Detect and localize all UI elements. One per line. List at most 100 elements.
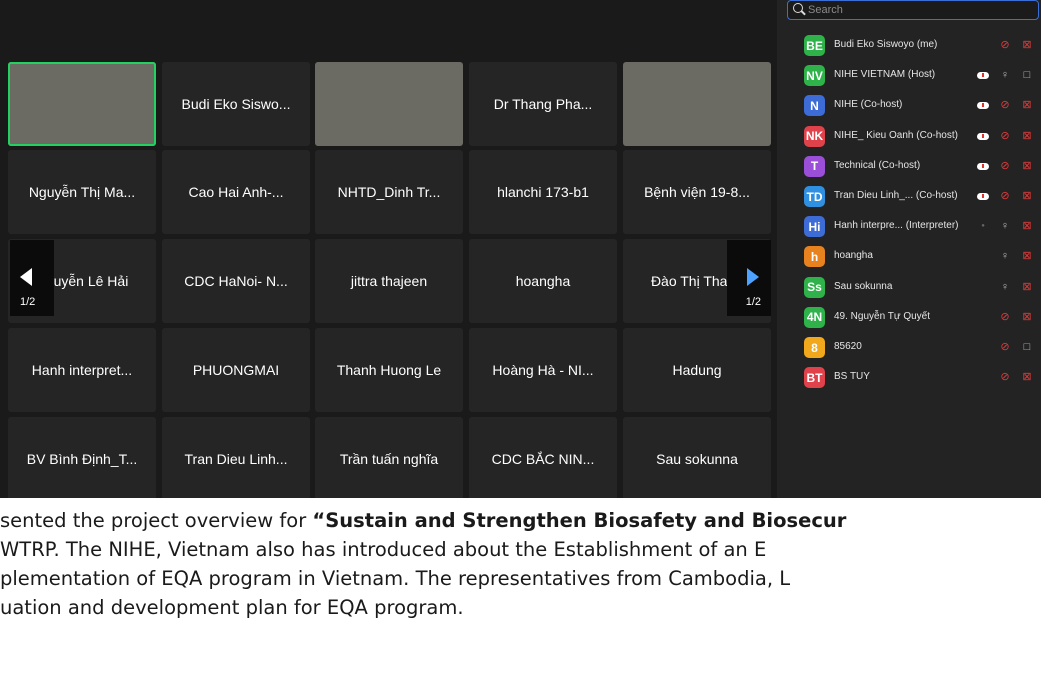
participant-tile-name: Hadung — [672, 362, 722, 378]
participant-tile[interactable]: Nguyễn Thị Ma... — [8, 150, 156, 234]
participant-row[interactable]: Ss Sau sokunna ♀ ⊠ — [777, 273, 1041, 303]
camera-icon[interactable]: □ — [1021, 341, 1033, 353]
camera-off-icon[interactable]: ⊠ — [1021, 39, 1033, 51]
mic-muted-icon[interactable]: ⊘ — [999, 99, 1011, 111]
participant-tile[interactable]: Sau sokunna — [623, 417, 771, 498]
camera-off-icon[interactable]: ⊠ — [1021, 311, 1033, 323]
video-tile[interactable] — [623, 62, 771, 146]
participant-tile[interactable]: BV Bình Định_T... — [8, 417, 156, 498]
participant-tile-name: Sau sokunna — [656, 451, 738, 467]
participant-tile-name: CDC BẮC NIN... — [491, 451, 595, 467]
participant-status-icons: ⊘ ⊠ — [973, 311, 1037, 325]
participant-row[interactable]: N NIHE (Co-host) ⊘ ⊠ — [777, 91, 1041, 121]
participant-row[interactable]: NK NIHE_ Kieu Oanh (Co-host) ⊘ ⊠ — [777, 122, 1041, 152]
participant-name: 49. Nguyễn Tự Quyết — [834, 310, 931, 322]
camera-off-icon[interactable]: ⊠ — [1021, 371, 1033, 383]
participant-tile-name: Cao Hai Anh-... — [188, 184, 284, 200]
participant-name: Budi Eko Siswoyo (me) — [834, 39, 938, 50]
participant-tile[interactable]: Tran Dieu Linh... — [162, 417, 310, 498]
participants-panel: BEBudi Eko Siswoyo (me)⊘⊠NVNIHE VIETNAM … — [777, 0, 1041, 498]
avatar: T — [804, 155, 825, 177]
participant-tile[interactable]: CDC BẮC NIN... — [469, 417, 617, 498]
participant-tile-name: hoangha — [515, 273, 571, 289]
participant-tile-name: Hoàng Hà - NI... — [492, 362, 594, 378]
mic-muted-icon[interactable]: ⊘ — [999, 130, 1011, 142]
participant-row[interactable]: TD Tran Dieu Linh_... (Co-host) ⊘ ⊠ — [777, 182, 1041, 212]
participant-status-icons: ⊘ ⊠ — [973, 39, 1037, 53]
participant-tile-name: Bệnh viện 19-8... — [644, 184, 750, 200]
mic-icon[interactable]: ♀ — [999, 250, 1011, 262]
participant-row[interactable]: BT BS TUY ⊘ ⊠ — [777, 363, 1041, 393]
cloud-recording-icon — [977, 190, 989, 202]
mic-icon[interactable]: ♀ — [999, 69, 1011, 81]
participant-row[interactable]: h hoangha ♀ ⊠ — [777, 242, 1041, 272]
participant-name: hoangha — [834, 250, 873, 262]
gallery-view: Budi Eko Siswo... Dr Thang Pha... Nguyễn T… — [0, 0, 777, 498]
participant-name: Tran Dieu Linh_... (Co-host) — [834, 190, 958, 201]
participant-tile-name: Hanh interpret... — [31, 362, 133, 378]
mic-icon[interactable]: ♀ — [999, 220, 1011, 232]
participant-tile[interactable]: Trần tuấn nghĩa — [315, 417, 463, 498]
mic-muted-icon[interactable]: ⊘ — [999, 341, 1011, 353]
avatar: NK — [804, 125, 825, 147]
participant-tile[interactable]: CDC HaNoi- N... — [162, 239, 310, 323]
participant-tile[interactable]: hoangha — [469, 239, 617, 323]
search-box[interactable] — [787, 0, 1039, 20]
participant-tile[interactable]: Hadung — [623, 328, 771, 412]
doc-line-1-bold: “Sustain and Strengthen Biosafety and Bi… — [312, 509, 847, 532]
participant-row[interactable]: 8 85620 ⊘ □ — [777, 333, 1041, 363]
participant-tile-name: BV Bình Định_T... — [26, 451, 138, 467]
previous-page-button[interactable]: 1/2 — [10, 240, 54, 316]
avatar: 4N — [804, 306, 825, 328]
mic-muted-icon[interactable]: ⊘ — [999, 39, 1011, 51]
participant-name: Sau sokunna — [834, 280, 893, 292]
mic-muted-icon[interactable]: ⊘ — [999, 371, 1011, 383]
camera-off-icon[interactable]: ⊠ — [1021, 99, 1033, 111]
camera-off-icon[interactable]: ⊠ — [1021, 190, 1033, 202]
search-input[interactable] — [808, 2, 1028, 18]
participant-tile[interactable]: Budi Eko Siswo... — [162, 62, 310, 146]
participant-tile-name: CDC HaNoi- N... — [184, 273, 288, 289]
participant-tile[interactable]: Hoàng Hà - NI... — [469, 328, 617, 412]
camera-off-icon[interactable]: ⊠ — [1021, 250, 1033, 262]
participant-tile[interactable]: Bệnh viện 19-8... — [623, 150, 771, 234]
participant-tile[interactable]: NHTD_Dinh Tr... — [315, 150, 463, 234]
participant-tile[interactable]: jittra thajeen — [315, 239, 463, 323]
video-tile[interactable] — [315, 62, 463, 146]
participant-status-icons: ⊘ □ — [973, 341, 1037, 355]
participant-row[interactable]: Hi Hanh interpre... (Interpreter) ● ♀ ⊠ — [777, 212, 1041, 242]
participant-row[interactable]: 4N 49. Nguyễn Tự Quyết ⊘ ⊠ — [777, 303, 1041, 333]
participant-status-icons: ⊘ ⊠ — [973, 160, 1037, 174]
participant-row[interactable]: BE Budi Eko Siswoyo (me) ⊘ ⊠ — [777, 31, 1041, 61]
camera-icon[interactable]: □ — [1021, 69, 1033, 81]
interpretation-language-icon: ● — [981, 223, 985, 230]
participant-tile[interactable]: Hanh interpret... — [8, 328, 156, 412]
avatar: BE — [804, 35, 825, 56]
document-text: sented the project overview for “Sustain… — [0, 506, 1041, 622]
doc-line-2: WTRP. The NIHE, Vietnam also has introdu… — [0, 538, 767, 561]
participant-tile[interactable]: hlanchi 173-b1 — [469, 150, 617, 234]
camera-off-icon[interactable]: ⊠ — [1021, 130, 1033, 142]
participant-row[interactable]: T Technical (Co-host) ⊘ ⊠ — [777, 152, 1041, 182]
doc-line-4: uation and development plan for EQA prog… — [0, 596, 464, 619]
participant-tile-name: jittra thajeen — [350, 273, 428, 289]
participant-tile[interactable]: PHUONGMAI — [162, 328, 310, 412]
avatar: N — [804, 95, 825, 117]
video-tile[interactable] — [8, 62, 156, 146]
mic-muted-icon[interactable]: ⊘ — [999, 190, 1011, 202]
doc-line-1-text: sented the project overview for — [0, 509, 313, 532]
mic-muted-icon[interactable]: ⊘ — [999, 311, 1011, 323]
avatar: Ss — [804, 276, 825, 298]
participant-name: NIHE VIETNAM (Host) — [834, 69, 936, 81]
participant-row[interactable]: NV NIHE VIETNAM (Host) ♀ □ — [777, 61, 1041, 91]
camera-off-icon[interactable]: ⊠ — [1021, 281, 1033, 293]
participant-tile[interactable]: Dr Thang Pha... — [469, 62, 617, 146]
mic-icon[interactable]: ♀ — [999, 281, 1011, 293]
participant-status-icons: ♀ □ — [973, 69, 1037, 83]
next-page-button[interactable]: 1/2 — [727, 240, 771, 316]
camera-off-icon[interactable]: ⊠ — [1021, 220, 1033, 232]
mic-muted-icon[interactable]: ⊘ — [999, 160, 1011, 172]
participant-tile[interactable]: Cao Hai Anh-... — [162, 150, 310, 234]
participant-tile[interactable]: Thanh Huong Le — [315, 328, 463, 412]
camera-off-icon[interactable]: ⊠ — [1021, 160, 1033, 172]
